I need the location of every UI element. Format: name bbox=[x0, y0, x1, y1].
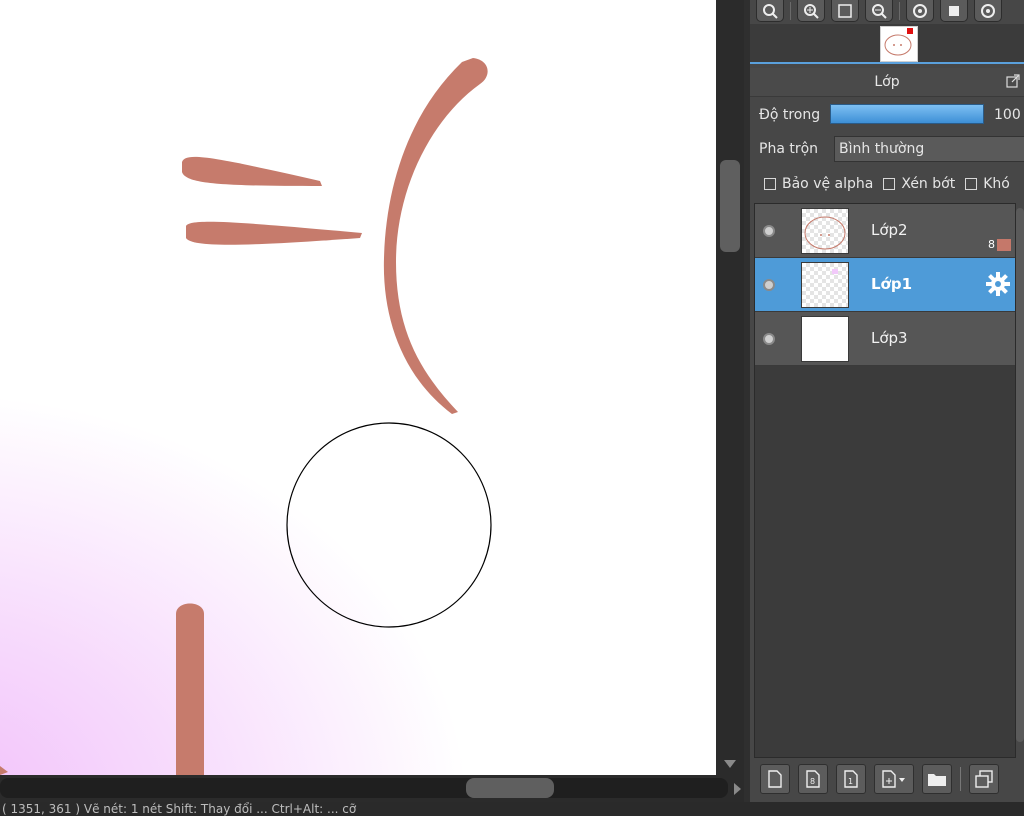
layer-color-badge: 8 bbox=[988, 238, 1011, 251]
brush-stroke-vertical bbox=[176, 603, 204, 775]
new-1bit-layer-icon[interactable]: 1 bbox=[836, 764, 866, 794]
layer-name[interactable]: Lớp3 bbox=[871, 329, 908, 347]
protect-alpha-checkbox[interactable]: Bảo vệ alpha bbox=[764, 176, 873, 192]
lock-label: Khó bbox=[983, 176, 1010, 192]
layer-thumbnail bbox=[801, 262, 849, 308]
visibility-eye-icon[interactable] bbox=[763, 279, 775, 291]
flip-icon[interactable] bbox=[940, 0, 968, 22]
zoom-reset-icon[interactable] bbox=[756, 0, 784, 22]
layer-panel-header: Lớp bbox=[750, 68, 1024, 97]
scroll-right-arrow-icon[interactable] bbox=[734, 783, 741, 795]
toolbar-separator bbox=[790, 2, 791, 20]
layer-panel-title: Lớp bbox=[874, 74, 900, 90]
toolbar-separator bbox=[899, 2, 900, 20]
visibility-eye-icon[interactable] bbox=[763, 225, 775, 237]
canvas-vertical-scrollbar[interactable] bbox=[716, 0, 744, 775]
drawing-canvas[interactable] bbox=[0, 0, 716, 775]
zoom-in-icon[interactable] bbox=[797, 0, 825, 22]
new-8bit-layer-icon[interactable]: 8 bbox=[798, 764, 828, 794]
visibility-eye-icon[interactable] bbox=[763, 333, 775, 345]
layer-row-lop2[interactable]: Lớp2 8 bbox=[755, 204, 1015, 258]
layer-badge-count: 8 bbox=[988, 238, 995, 251]
zoom-out-icon[interactable] bbox=[865, 0, 893, 22]
rotate-left-icon[interactable] bbox=[906, 0, 934, 22]
layer-row-lop3[interactable]: Lớp3 bbox=[755, 312, 1015, 366]
horizontal-scroll-track[interactable] bbox=[0, 778, 728, 798]
checkbox-box[interactable] bbox=[764, 178, 776, 190]
svg-text:1: 1 bbox=[848, 777, 853, 786]
brush-stroke-upper bbox=[182, 156, 322, 186]
navigator-thumbnail[interactable] bbox=[880, 26, 918, 62]
popout-icon[interactable] bbox=[1006, 74, 1020, 88]
clipping-checkbox[interactable]: Xén bớt bbox=[883, 176, 955, 192]
clipping-label: Xén bớt bbox=[901, 176, 956, 192]
new-layer-icon[interactable] bbox=[760, 764, 790, 794]
layer-thumbnail bbox=[801, 208, 849, 254]
layer-list: Lớp2 8 Lớp1 Lớp3 bbox=[754, 203, 1016, 758]
canvas-horizontal-scrollbar[interactable] bbox=[0, 775, 744, 802]
status-text: ( 1351, 361 ) Vẽ nét: 1 nét Shift: Thay … bbox=[2, 802, 357, 816]
gear-icon[interactable] bbox=[985, 271, 1011, 297]
navigator-strip bbox=[750, 24, 1024, 64]
folder-icon[interactable] bbox=[922, 764, 952, 794]
horizontal-scroll-thumb[interactable] bbox=[466, 778, 554, 798]
layer-name[interactable]: Lớp1 bbox=[871, 275, 912, 293]
layer-color-swatch bbox=[997, 238, 1011, 251]
layer-name[interactable]: Lớp2 bbox=[871, 221, 908, 239]
svg-text:8: 8 bbox=[810, 777, 815, 786]
brush-stroke-fragment bbox=[0, 766, 8, 775]
layer-list-scrollbar[interactable] bbox=[1016, 208, 1024, 742]
blend-mode-value: Bình thường bbox=[839, 141, 925, 157]
right-panel: Lớp Độ trong 100 Pha trộn Bình thường Bả… bbox=[744, 0, 1024, 802]
brush-cursor-circle bbox=[286, 422, 492, 628]
status-bar: ( 1351, 361 ) Vẽ nét: 1 nét Shift: Thay … bbox=[0, 802, 1024, 816]
add-layer-dropdown-icon[interactable] bbox=[874, 764, 914, 794]
checkbox-box[interactable] bbox=[883, 178, 896, 190]
opacity-value[interactable]: 100 bbox=[994, 107, 1021, 123]
canvas-artwork bbox=[0, 58, 492, 775]
fit-screen-icon[interactable] bbox=[831, 0, 859, 22]
checkbox-box[interactable] bbox=[965, 178, 978, 190]
blend-mode-select[interactable]: Bình thường bbox=[834, 136, 1024, 162]
layer-thumbnail bbox=[801, 316, 849, 362]
opacity-label: Độ trong bbox=[759, 107, 821, 123]
layer-row-lop1[interactable]: Lớp1 bbox=[755, 258, 1015, 312]
opacity-slider[interactable] bbox=[830, 104, 984, 124]
scroll-down-arrow-icon[interactable] bbox=[724, 760, 736, 768]
lock-checkbox[interactable]: Khó bbox=[965, 176, 1010, 192]
layer-actions-bar: 8 1 bbox=[760, 764, 999, 794]
vertical-scroll-thumb[interactable] bbox=[720, 160, 740, 252]
protect-alpha-label: Bảo vệ alpha bbox=[782, 176, 874, 192]
duplicate-layer-icon[interactable] bbox=[969, 764, 999, 794]
action-separator bbox=[960, 767, 961, 791]
brush-stroke-middle bbox=[186, 221, 362, 245]
brush-stroke-curve bbox=[383, 58, 488, 414]
view-toolbar bbox=[756, 0, 1002, 22]
blend-mode-label: Pha trộn bbox=[759, 141, 819, 157]
layer-options: Bảo vệ alpha Xén bớt Khó bbox=[764, 176, 1010, 192]
rotate-right-icon[interactable] bbox=[974, 0, 1002, 22]
